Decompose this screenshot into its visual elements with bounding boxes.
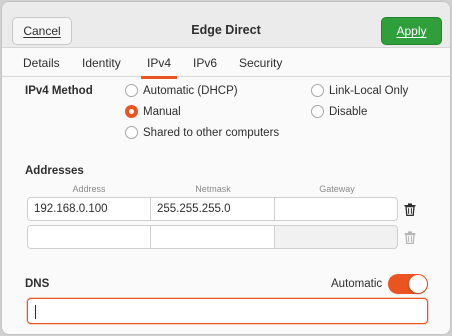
gateway-input — [274, 225, 398, 249]
method-manual[interactable]: Manual — [125, 105, 181, 118]
tab-security[interactable]: Security — [239, 56, 282, 70]
dns-automatic-toggle[interactable] — [388, 274, 428, 294]
dns-automatic-label: Automatic — [331, 278, 383, 290]
tab-ipv4[interactable]: IPv4 — [140, 56, 178, 79]
radio-icon — [125, 126, 138, 139]
column-header-address: Address — [72, 184, 106, 194]
method-disable[interactable]: Disable — [311, 105, 367, 118]
tab-details[interactable]: Details — [23, 56, 60, 70]
address-input[interactable]: 192.168.0.100 — [27, 197, 151, 221]
method-shared-label: Shared to other computers — [143, 126, 280, 139]
radio-checked-icon — [125, 105, 138, 118]
radio-icon — [311, 105, 324, 118]
radio-icon — [311, 84, 324, 97]
method-link-local-only-label: Link-Local Only — [329, 84, 409, 97]
gateway-input[interactable] — [274, 197, 398, 221]
netmask-input[interactable]: 255.255.255.0 — [150, 197, 275, 221]
header-bar: Cancel Edge Direct Apply — [2, 2, 450, 48]
apply-button[interactable]: Apply — [381, 17, 442, 45]
delete-address-button[interactable] — [402, 201, 418, 217]
method-disable-label: Disable — [329, 105, 368, 118]
radio-icon — [125, 84, 138, 97]
tab-bar: Details Identity IPv4 IPv6 Security — [2, 48, 450, 79]
trash-icon — [404, 202, 416, 216]
method-link-local-only[interactable]: Link-Local Only — [311, 84, 408, 97]
toggle-knob — [409, 275, 427, 293]
method-manual-label: Manual — [143, 105, 181, 118]
netmask-input[interactable] — [150, 225, 275, 249]
address-input[interactable] — [27, 225, 151, 249]
trash-icon — [404, 230, 416, 244]
method-automatic-dhcp-label: Automatic (DHCP) — [143, 84, 238, 97]
connection-settings-window: Cancel Edge Direct Apply Details Identit… — [1, 1, 451, 335]
method-shared[interactable]: Shared to other computers — [125, 126, 279, 139]
text-cursor — [35, 305, 36, 319]
dns-input[interactable] — [27, 298, 428, 324]
addresses-label: Addresses — [25, 165, 84, 177]
tab-identity[interactable]: Identity — [82, 56, 121, 70]
tab-ipv6[interactable]: IPv6 — [193, 56, 217, 70]
column-header-gateway: Gateway — [319, 184, 355, 194]
ipv4-method-label: IPv4 Method — [25, 85, 93, 97]
delete-address-button — [402, 229, 418, 245]
dns-label: DNS — [25, 278, 50, 290]
column-header-netmask: Netmask — [195, 184, 231, 194]
method-automatic-dhcp[interactable]: Automatic (DHCP) — [125, 84, 238, 97]
